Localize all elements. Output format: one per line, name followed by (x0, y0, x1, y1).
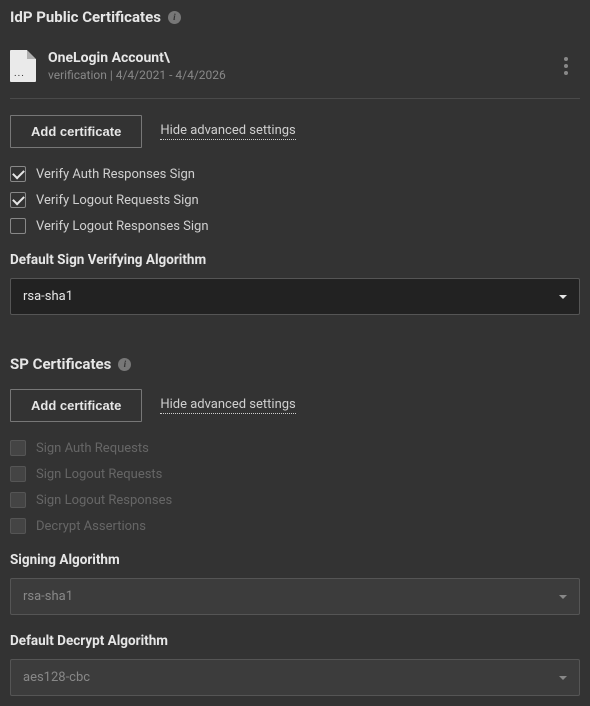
info-icon[interactable]: i (168, 11, 181, 24)
select-value: aes128-cbc (23, 670, 90, 685)
sign-logout-requests-checkbox (10, 466, 26, 482)
file-icon: ... (10, 50, 36, 82)
checkbox-label: Verify Logout Responses Sign (36, 219, 209, 234)
chevron-down-icon (559, 676, 567, 680)
certificate-name: OneLogin Account\ (48, 50, 226, 66)
sign-logout-responses-checkbox (10, 492, 26, 508)
signing-algo-label: Signing Algorithm (10, 552, 580, 568)
default-sign-algo-label: Default Sign Verifying Algorithm (10, 252, 580, 268)
checkbox-label: Verify Logout Requests Sign (36, 193, 199, 208)
decrypt-assertions-checkbox (10, 518, 26, 534)
checkbox-label: Sign Logout Responses (36, 493, 172, 508)
chevron-down-icon (559, 595, 567, 599)
info-icon[interactable]: i (118, 358, 131, 371)
verify-logout-responses-checkbox[interactable] (10, 218, 26, 234)
kebab-menu-icon[interactable] (558, 51, 574, 81)
checkbox-label: Verify Auth Responses Sign (36, 167, 195, 182)
decrypt-algo-select: aes128-cbc (10, 659, 580, 696)
verify-auth-responses-checkbox[interactable] (10, 166, 26, 182)
default-sign-algo-select[interactable]: rsa-sha1 (10, 278, 580, 315)
select-value: rsa-sha1 (23, 289, 73, 304)
hide-advanced-link[interactable]: Hide advanced settings (160, 397, 295, 414)
certificate-item: ... OneLogin Account\ verification | 4/4… (10, 42, 580, 99)
checkbox-label: Sign Auth Requests (36, 441, 149, 456)
add-certificate-button[interactable]: Add certificate (10, 389, 142, 422)
checkbox-label: Sign Logout Requests (36, 467, 162, 482)
signing-algo-select: rsa-sha1 (10, 578, 580, 615)
add-certificate-button[interactable]: Add certificate (10, 115, 142, 148)
sign-auth-requests-checkbox (10, 440, 26, 456)
select-value: rsa-sha1 (23, 589, 73, 604)
chevron-down-icon (559, 295, 567, 299)
sp-section-title: SP Certificates (10, 355, 111, 373)
idp-section-title: IdP Public Certificates (10, 8, 161, 26)
verify-logout-requests-checkbox[interactable] (10, 192, 26, 208)
hide-advanced-link[interactable]: Hide advanced settings (160, 123, 295, 140)
certificate-meta: verification | 4/4/2021 - 4/4/2026 (48, 68, 226, 82)
checkbox-label: Decrypt Assertions (36, 519, 146, 534)
decrypt-algo-label: Default Decrypt Algorithm (10, 633, 580, 649)
